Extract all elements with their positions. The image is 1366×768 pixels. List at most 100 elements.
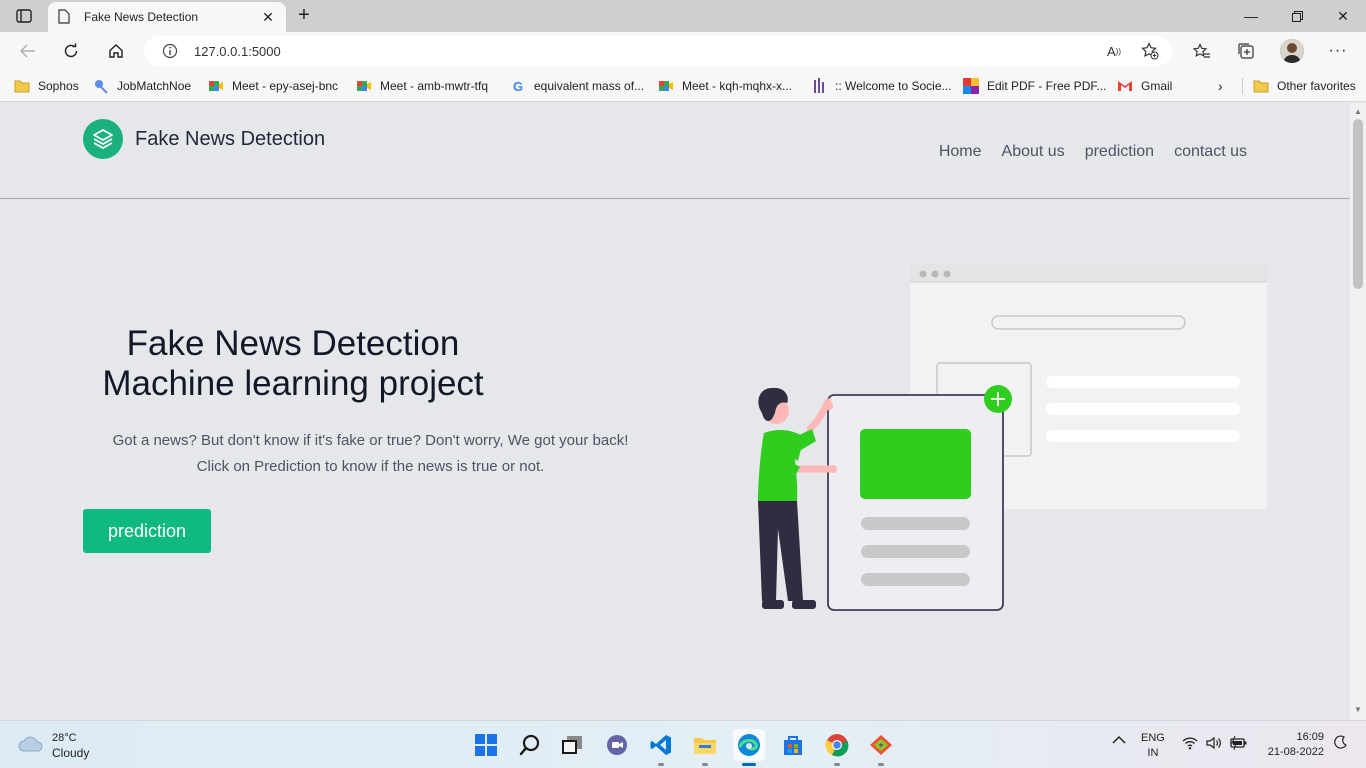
chevron-right-icon[interactable]: › bbox=[1218, 76, 1223, 96]
profile-avatar[interactable] bbox=[1280, 39, 1304, 63]
other-favorites-label: Other favorites bbox=[1277, 79, 1356, 93]
taskbar: 28°C Cloudy ENG IN 16:09 21-08-2022 bbox=[0, 720, 1366, 768]
folder-icon bbox=[14, 78, 30, 94]
nav-prediction[interactable]: prediction bbox=[1085, 143, 1154, 161]
minimize-button[interactable]: — bbox=[1228, 0, 1274, 32]
running-indicator bbox=[658, 763, 664, 766]
clock-time: 16:09 bbox=[1296, 731, 1324, 743]
tab-title: Fake News Detection bbox=[84, 10, 199, 24]
browser-tab[interactable]: Fake News Detection ✕ bbox=[48, 2, 286, 32]
page-icon bbox=[58, 9, 72, 25]
git-tool-icon[interactable] bbox=[865, 729, 897, 766]
teams-chat-icon[interactable] bbox=[601, 729, 633, 761]
scrollbar-thumb[interactable] bbox=[1353, 119, 1363, 289]
bookmark-label: Sophos bbox=[38, 79, 79, 93]
add-favorite-icon[interactable] bbox=[1140, 42, 1160, 60]
hero-illustration bbox=[758, 264, 1267, 611]
jobmatch-icon bbox=[93, 78, 109, 94]
vscode-icon[interactable] bbox=[645, 729, 677, 766]
bookmark-item[interactable]: JobMatchNoe bbox=[93, 76, 191, 96]
layers-icon bbox=[83, 119, 123, 159]
bookmark-item[interactable]: Edit PDF - Free PDF... bbox=[963, 76, 1106, 96]
close-tab-icon[interactable]: ✕ bbox=[260, 9, 276, 26]
refresh-icon[interactable] bbox=[58, 39, 84, 63]
site-logo[interactable]: Fake News Detection bbox=[83, 119, 325, 159]
hero-title-line-2: Machine learning project bbox=[102, 364, 484, 403]
bookmark-label: Meet - amb-mwtr-tfq bbox=[380, 79, 489, 93]
collections-icon[interactable] bbox=[1234, 39, 1258, 63]
prediction-button[interactable]: prediction bbox=[83, 509, 211, 553]
file-explorer-icon[interactable] bbox=[689, 729, 721, 766]
favorites-icon[interactable] bbox=[1190, 39, 1214, 63]
bookmark-item[interactable]: :: Welcome to Socie... bbox=[811, 76, 952, 96]
bookmark-item[interactable]: Sophos bbox=[14, 76, 79, 96]
bookmark-label: equivalent mass of... bbox=[534, 79, 645, 93]
cloud-icon bbox=[18, 734, 44, 759]
running-indicator bbox=[878, 763, 884, 766]
tab-bar: Fake News Detection ✕ + — ✕ bbox=[0, 0, 1366, 32]
more-options-icon[interactable]: ··· bbox=[1326, 39, 1350, 63]
info-icon[interactable] bbox=[162, 43, 178, 64]
nav-home[interactable]: Home bbox=[939, 143, 982, 161]
bookmark-item[interactable]: G equivalent mass of... bbox=[510, 76, 644, 96]
folder-icon bbox=[1253, 78, 1269, 94]
meet-icon bbox=[356, 78, 372, 94]
start-button[interactable] bbox=[470, 729, 502, 761]
language-code: ENG bbox=[1141, 732, 1165, 744]
nav-contact[interactable]: contact us bbox=[1174, 143, 1247, 161]
hero-text-line-2: Click on Prediction to know if the news … bbox=[196, 458, 545, 475]
pdf-icon bbox=[963, 78, 979, 94]
bookmark-item[interactable]: Gmail bbox=[1117, 76, 1172, 96]
google-icon: G bbox=[512, 78, 524, 94]
running-indicator bbox=[834, 763, 840, 766]
volume-icon[interactable] bbox=[1206, 736, 1222, 753]
scroll-down-icon[interactable]: ▼ bbox=[1354, 705, 1362, 714]
bookmark-label: Edit PDF - Free PDF... bbox=[987, 79, 1107, 93]
task-view-icon[interactable] bbox=[556, 729, 588, 761]
back-icon[interactable] bbox=[15, 39, 41, 63]
page-scrollbar[interactable]: ▲ ▼ bbox=[1350, 103, 1366, 720]
divider bbox=[1242, 78, 1243, 94]
edge-browser-icon[interactable] bbox=[733, 729, 765, 766]
web-page: Fake News Detection Home About us predic… bbox=[0, 103, 1350, 720]
bookmark-item[interactable]: Meet - epy-asej-bnc bbox=[208, 76, 338, 96]
wifi-icon[interactable] bbox=[1182, 736, 1198, 753]
gmail-icon bbox=[1117, 78, 1133, 94]
store-icon[interactable] bbox=[777, 729, 809, 761]
search-icon[interactable] bbox=[514, 729, 546, 761]
language-indicator[interactable]: ENG IN bbox=[1141, 731, 1165, 761]
read-aloud-icon[interactable]: A)) bbox=[1104, 42, 1124, 60]
notifications-icon[interactable] bbox=[1334, 735, 1348, 752]
chrome-icon[interactable] bbox=[821, 729, 853, 766]
scroll-up-icon[interactable]: ▲ bbox=[1354, 107, 1362, 116]
bookmark-label: Meet - kqh-mqhx-x... bbox=[682, 79, 793, 93]
address-bar[interactable]: 127.0.0.1:5000 A)) bbox=[144, 36, 1172, 66]
bookmark-item[interactable]: Meet - amb-mwtr-tfq bbox=[356, 76, 488, 96]
chevron-up-icon[interactable] bbox=[1112, 735, 1126, 748]
weather-condition: Cloudy bbox=[52, 746, 90, 760]
running-indicator bbox=[702, 763, 708, 766]
bookmark-item[interactable]: Meet - kqh-mqhx-x... bbox=[658, 76, 792, 96]
close-window-button[interactable]: ✕ bbox=[1320, 0, 1366, 32]
society-icon bbox=[811, 78, 827, 94]
other-favorites[interactable]: Other favorites bbox=[1253, 76, 1356, 96]
active-indicator bbox=[742, 763, 756, 766]
hero-title: Fake News Detection Machine learning pro… bbox=[83, 324, 503, 404]
region-code: IN bbox=[1147, 747, 1159, 759]
battery-icon[interactable] bbox=[1230, 735, 1248, 753]
browser-toolbar: 127.0.0.1:5000 A)) ··· bbox=[0, 32, 1366, 70]
url-text: 127.0.0.1:5000 bbox=[194, 44, 281, 59]
weather-widget[interactable]: 28°C Cloudy bbox=[18, 731, 89, 761]
restore-button[interactable] bbox=[1274, 0, 1320, 32]
new-tab-button[interactable]: + bbox=[292, 5, 316, 27]
hero-title-line-1: Fake News Detection bbox=[126, 324, 460, 363]
temperature: 28°C bbox=[52, 732, 77, 744]
hero-text-line-1: Got a news? But don't know if it's fake … bbox=[112, 432, 629, 449]
bookmark-label: JobMatchNoe bbox=[117, 79, 192, 93]
nav-about[interactable]: About us bbox=[1002, 143, 1065, 161]
home-icon[interactable] bbox=[103, 39, 129, 63]
clock[interactable]: 16:09 21-08-2022 bbox=[1258, 730, 1324, 760]
tab-actions-icon[interactable] bbox=[8, 4, 40, 28]
brand-name: Fake News Detection bbox=[135, 127, 326, 150]
clock-date: 21-08-2022 bbox=[1267, 746, 1324, 758]
